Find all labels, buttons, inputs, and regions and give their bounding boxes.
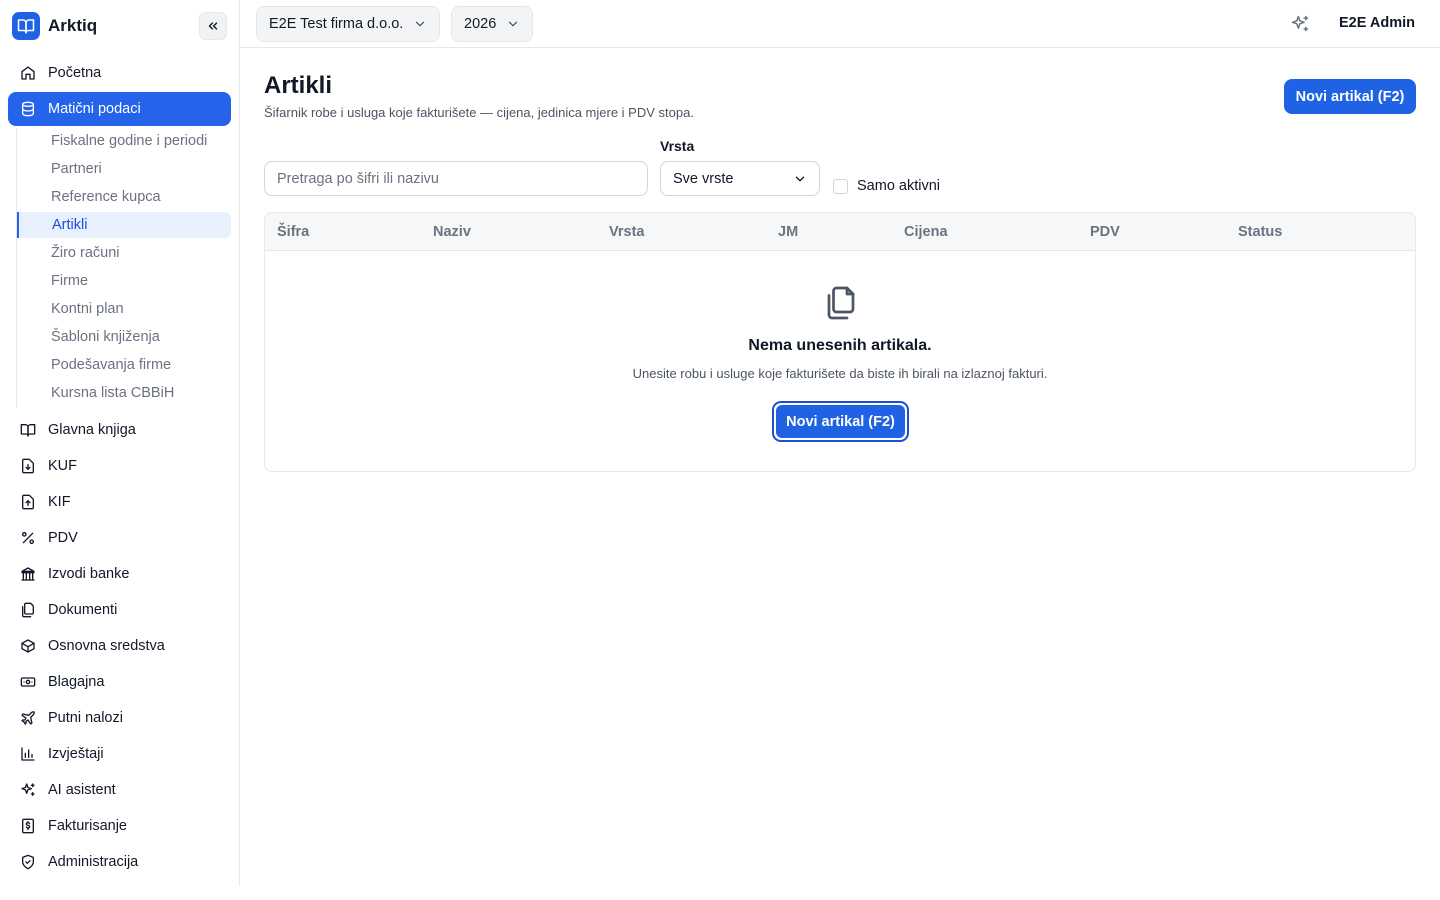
year-selector[interactable]: 2026 (451, 6, 534, 42)
chevron-down-icon (416, 21, 425, 27)
bar-chart-icon (20, 746, 36, 762)
active-only-checkbox[interactable] (833, 179, 848, 194)
chevron-down-icon (509, 21, 518, 27)
nav-label: KUF (48, 458, 77, 474)
empty-state-new-article-button[interactable]: Novi artikal (F2) (776, 405, 905, 438)
user-menu[interactable]: E2E Admin (1339, 15, 1415, 31)
nav-item-izvjestaji[interactable]: Izvještaji (8, 737, 231, 771)
documents-icon (20, 602, 36, 618)
page-subtitle: Šifarnik robe i usluga koje fakturišete … (264, 105, 694, 120)
chevrons-left-icon (208, 22, 218, 30)
subnav-item-reference-kupca[interactable]: Reference kupca (17, 184, 231, 210)
book-open-icon (12, 12, 40, 40)
nav-label: Administracija (48, 854, 139, 870)
nav-item-blagajna[interactable]: Blagajna (8, 665, 231, 699)
nav-label: Izvještaji (48, 746, 104, 762)
nav-item-administracija[interactable]: Administracija (8, 845, 231, 879)
subnav-maticni-podaci: Fiskalne godine i periodi Partneri Refer… (16, 128, 231, 408)
nav-item-kuf[interactable]: KUF (8, 449, 231, 483)
nav-label: Dokumenti (48, 602, 118, 618)
cash-icon (20, 674, 36, 690)
shield-icon (20, 854, 36, 870)
search-input[interactable] (264, 161, 648, 196)
column-header-pdv[interactable]: PDV (1090, 224, 1120, 240)
nav-item-pdv[interactable]: PDV (8, 521, 231, 555)
empty-state-button-focus-ring: Novi artikal (F2) (772, 401, 909, 442)
nav-item-osnovna-sredstva[interactable]: Osnovna sredstva (8, 629, 231, 663)
nav-item-putni-nalozi[interactable]: Putni nalozi (8, 701, 231, 735)
nav-label: Izvodi banke (48, 566, 130, 582)
nav-label: KIF (48, 494, 71, 510)
active-only-label[interactable]: Samo aktivni (857, 178, 940, 194)
file-download-icon (20, 458, 36, 474)
nav-item-dokumenti[interactable]: Dokumenti (8, 593, 231, 627)
subnav-item-partneri[interactable]: Partneri (17, 156, 231, 182)
subnav-item-sabloni-knjizenja[interactable]: Šabloni knjiženja (17, 324, 231, 350)
company-selector[interactable]: E2E Test firma d.o.o. (256, 6, 441, 42)
sidebar: Arktiq Početna Matični podaci Fiskalne g… (0, 0, 240, 886)
invoice-icon (20, 818, 36, 834)
collapse-sidebar-button[interactable] (199, 12, 227, 40)
database-icon (20, 101, 36, 117)
nav-label: Matični podaci (48, 101, 141, 117)
subnav-item-kursna-lista[interactable]: Kursna lista CBBiH (17, 380, 231, 406)
column-header-status[interactable]: Status (1238, 224, 1282, 240)
new-article-button[interactable]: Novi artikal (F2) (1284, 79, 1416, 114)
type-filter-label: Vrsta (660, 138, 695, 154)
subnav-item-firme[interactable]: Firme (17, 268, 231, 294)
column-header-cijena[interactable]: Cijena (904, 224, 948, 240)
empty-state-title: Nema unesenih artikala. (748, 337, 932, 354)
year-selector-label: 2026 (464, 16, 497, 32)
app-name: Arktiq (48, 16, 98, 35)
nav-label: PDV (48, 530, 78, 546)
brand[interactable]: Arktiq (12, 12, 97, 40)
sparkles-icon (20, 782, 36, 798)
subnav-item-ziro-racuni[interactable]: Žiro računi (17, 240, 231, 266)
nav-label: Osnovna sredstva (48, 638, 165, 654)
plane-icon (20, 710, 36, 726)
box-icon (20, 638, 36, 654)
type-filter-value: Sve vrste (673, 170, 734, 187)
subnav-item-artikli[interactable]: Artikli (17, 212, 231, 238)
empty-state-text: Unesite robu i usluge koje fakturišete d… (632, 366, 1048, 381)
nav-item-ai-asistent[interactable]: AI asistent (8, 773, 231, 807)
column-header-naziv[interactable]: Naziv (433, 224, 471, 240)
nav-item-pocetna[interactable]: Početna (8, 56, 231, 90)
column-header-jm[interactable]: JM (778, 224, 798, 240)
subnav-item-kontni-plan[interactable]: Kontni plan (17, 296, 231, 322)
nav-item-kif[interactable]: KIF (8, 485, 231, 519)
subnav-item-fiskalne-godine[interactable]: Fiskalne godine i periodi (17, 128, 231, 154)
nav-item-izvodi-banke[interactable]: Izvodi banke (8, 557, 231, 591)
nav-label: AI asistent (48, 782, 116, 798)
page-title: Artikli (264, 72, 333, 99)
nav-item-fakturisanje[interactable]: Fakturisanje (8, 809, 231, 843)
topbar: E2E Test firma d.o.o. 2026 E2E Admin (240, 0, 1440, 48)
nav-label: Početna (48, 65, 102, 81)
type-filter-select[interactable]: Sve vrste (660, 161, 820, 196)
nav-label: Blagajna (48, 674, 105, 690)
articles-table: Šifra Naziv Vrsta JM Cijena PDV Status N… (264, 212, 1416, 472)
nav-label: Fakturisanje (48, 818, 127, 834)
nav-label: Glavna knjiga (48, 422, 136, 438)
subnav-item-podesavanja-firme[interactable]: Podešavanja firme (17, 352, 231, 378)
chevron-down-icon (795, 176, 805, 181)
sparkles-icon (1291, 15, 1309, 32)
bank-icon (20, 566, 36, 582)
column-header-vrsta[interactable]: Vrsta (609, 224, 644, 240)
nav-label: Putni nalozi (48, 710, 123, 726)
column-header-sifra[interactable]: Šifra (277, 224, 309, 240)
home-icon (20, 65, 36, 81)
table-header: Šifra Naziv Vrsta JM Cijena PDV Status (265, 213, 1415, 251)
nav-item-glavna-knjiga[interactable]: Glavna knjiga (8, 413, 231, 447)
documents-icon (827, 286, 855, 320)
percent-icon (20, 530, 36, 546)
ai-assistant-button[interactable] (1288, 12, 1312, 36)
company-selector-label: E2E Test firma d.o.o. (269, 16, 404, 32)
book-icon (20, 422, 36, 438)
file-upload-icon (20, 494, 36, 510)
nav-item-maticni-podaci[interactable]: Matični podaci (8, 92, 231, 126)
